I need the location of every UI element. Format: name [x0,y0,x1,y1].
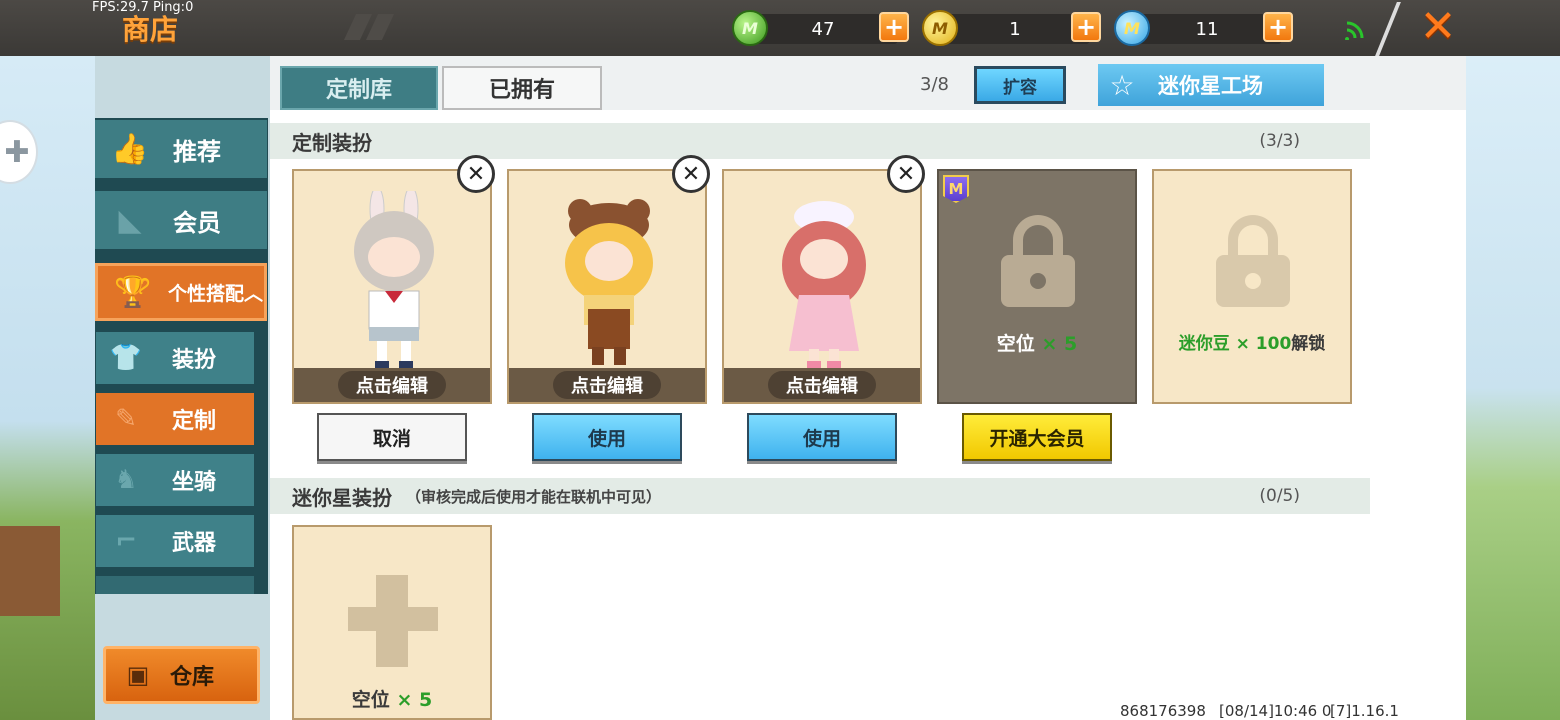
warehouse-label: 仓库 [170,665,215,690]
outfit-card[interactable]: 点击编辑 [507,169,707,404]
add-gold-coin-button[interactable]: + [1071,12,1101,42]
edit-bar[interactable]: 点击编辑 [294,368,490,402]
sidebar-subitem-mount[interactable]: ♞ 坐骑 [96,454,254,506]
expand-button[interactable]: 扩容 [974,66,1066,104]
edit-bar[interactable]: 点击编辑 [509,368,705,402]
sidebar-item-vip[interactable]: ◣ 会员 [95,191,267,249]
vip-badge-icon: M [943,175,969,203]
scenery-block [0,526,60,616]
open-vip-button[interactable]: 开通大会员 [962,413,1112,461]
timestamp: [08/14]10:46 0 [1219,702,1332,720]
edit-bar[interactable]: 点击编辑 [724,368,920,402]
version: [7]1.16.1 [1330,702,1399,720]
section-title: 迷你星装扮 [292,485,392,510]
mini-star-factory-button[interactable]: ☆ 迷你星工场 [1098,64,1324,106]
chest-icon: ▣ [126,661,150,689]
bunny-girl-avatar [354,191,434,369]
unlock-text: 迷你豆 × 100解锁 [1178,334,1326,354]
outfit-card[interactable]: 点击编辑 [292,169,492,404]
thumbs-up-icon: 👍 [111,131,149,167]
trophy-icon: 🏆 [114,274,152,310]
gun-icon: ⌐ [115,526,137,556]
add-green-coin-button[interactable]: + [879,12,909,42]
star-icon: ☆ [1109,68,1135,102]
sidebar-item-label: 个性搭配︿ [168,282,264,305]
sidebar-subitem-label: 定制 [172,409,217,434]
close-icon[interactable]: ✕ [1416,4,1460,50]
sidebar-item-label: 推荐 [173,137,221,166]
add-mini-bean-button[interactable]: + [1263,12,1293,42]
delete-outfit-button[interactable]: ✕ [457,155,495,193]
pink-girl-avatar [782,201,866,369]
tab-custom-library[interactable]: 定制库 [280,66,438,110]
gold-coin-amount: 1 [940,14,1090,44]
lock-icon [1216,215,1290,307]
page-title: 商店 [122,13,179,46]
mini-coin-green-icon: M [732,10,768,46]
capacity-count: 3/8 [920,74,949,95]
sidebar-subitem-costume[interactable]: 👕 装扮 [96,332,254,384]
chevron-up-icon: ︿ [244,282,264,305]
delete-outfit-button[interactable]: ✕ [672,155,710,193]
tab-owned[interactable]: 已拥有 [442,66,602,110]
mini-bean-blue-icon: M [1114,10,1150,46]
pencil-icon: ✎ [115,404,137,434]
signal-icon [1344,18,1370,41]
section-count: (3/3) [1259,131,1300,151]
use-button[interactable]: 使用 [532,413,682,461]
vip-icon: ◣ [118,202,142,238]
sidebar-subitem-label: 坐骑 [172,470,217,495]
sidebar-subitem-custom[interactable]: ✎ 定制 [96,393,254,445]
locked-slot-bean[interactable]: 迷你豆 × 100解锁 [1152,169,1352,404]
bear-girl-avatar [565,199,653,365]
sidebar-subitem-label: 装扮 [172,348,217,373]
delete-outfit-button[interactable]: ✕ [887,155,925,193]
section-title: 定制装扮 [292,130,372,155]
background-right-scenery [1466,56,1560,720]
green-coin-amount: 47 [748,14,898,44]
warehouse-button[interactable]: ▣ 仓库 [103,646,260,704]
sidebar-item-label: 会员 [173,208,221,237]
sidebar-subitem-partial[interactable] [96,576,254,594]
slot-text: 空位 × 5 [996,333,1078,355]
plus-icon [348,607,438,631]
lock-icon [1001,215,1075,307]
locked-slot-vip[interactable]: M 空位 × 5 [937,169,1137,404]
sidebar-subitem-weapon[interactable]: ⌐ 武器 [96,515,254,567]
outfit-card[interactable]: 点击编辑 [722,169,922,404]
section-count: (0/5) [1259,486,1300,506]
mini-bean-amount: 11 [1132,14,1282,44]
sidebar-item-outfit-mix[interactable]: 🏆 个性搭配︿ [95,263,267,321]
slot-text: 空位 × 5 [351,689,433,711]
mini-coin-gold-icon: M [922,10,958,46]
add-outfit-slot[interactable]: 空位 × 5 [292,525,492,720]
use-button[interactable]: 使用 [747,413,897,461]
sidebar-subitem-label: 武器 [172,531,217,556]
mount-icon: ♞ [114,465,138,495]
cancel-button[interactable]: 取消 [317,413,467,461]
section-header-custom: 定制装扮 (3/3) [270,123,1370,159]
user-id: 868176398 [1120,702,1206,720]
sidebar-item-recommend[interactable]: 👍 推荐 [95,120,267,178]
shirt-icon: 👕 [109,343,143,373]
section-note: （审核完成后使用才能在联机中可见） [406,487,662,506]
section-header-star: 迷你星装扮 （审核完成后使用才能在联机中可见） (0/5) [270,478,1370,514]
factory-label: 迷你星工场 [1158,74,1263,98]
